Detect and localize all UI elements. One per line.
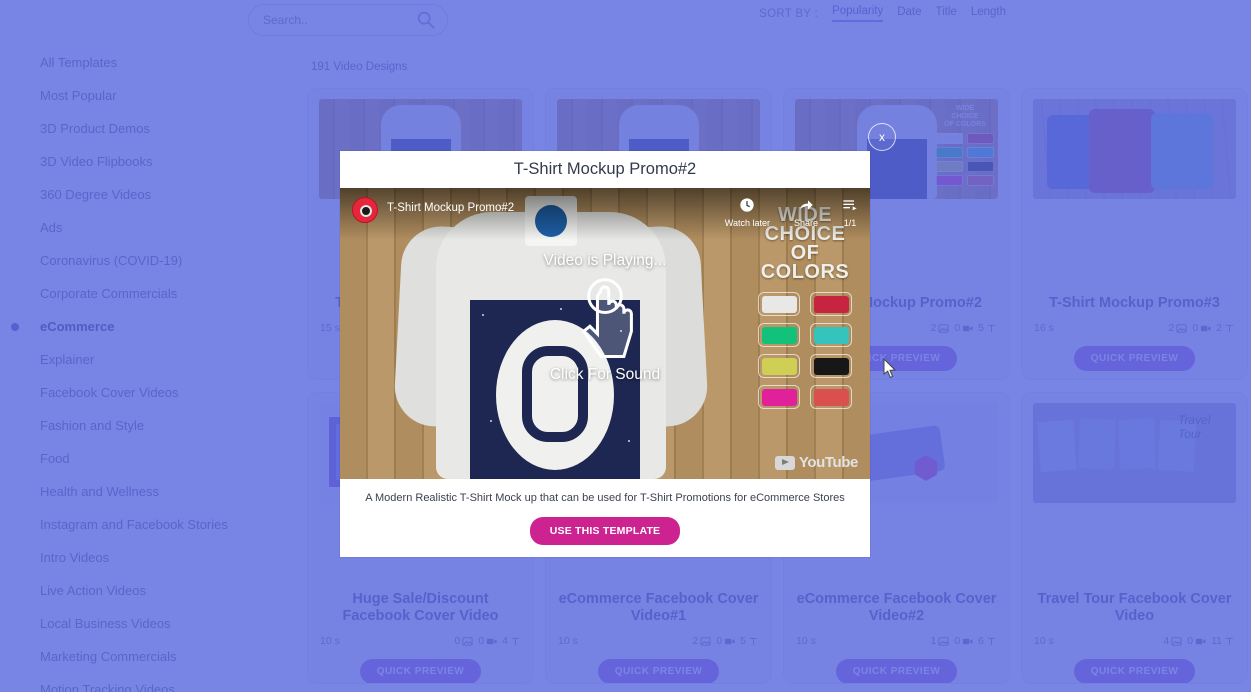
channel-name: T-Shirt Mockup Promo#2 <box>387 202 515 214</box>
watch-later-label: Watch later <box>724 218 770 228</box>
color-swatch <box>758 354 800 378</box>
channel-avatar-icon <box>352 197 378 223</box>
color-swatch <box>758 323 800 347</box>
youtube-wordmark: YouTube <box>798 454 859 471</box>
watch-later-button[interactable]: Watch later <box>725 197 770 228</box>
color-swatch <box>758 292 800 316</box>
color-swatch <box>810 354 852 378</box>
use-this-template-button[interactable]: USE THIS TEMPLATE <box>529 517 681 545</box>
youtube-logo: YouTube <box>774 454 859 471</box>
color-swatch <box>758 385 800 409</box>
playlist-icon <box>842 197 858 215</box>
modal-description: A Modern Realistic T-Shirt Mock up that … <box>365 492 845 504</box>
share-label: Share <box>793 218 818 228</box>
color-swatch-grid <box>746 292 864 409</box>
youtube-play-icon <box>774 455 795 470</box>
share-icon <box>798 197 814 215</box>
video-player[interactable]: WIDECHOICEOF COLORS T-Shirt Mockup Promo… <box>340 188 870 479</box>
mouse-cursor <box>883 358 897 379</box>
shirt-print-graphic <box>470 300 640 479</box>
color-swatch <box>810 323 852 347</box>
preview-modal: T-Shirt Mockup Promo#2 WIDECHOICEOF COLO… <box>340 151 870 557</box>
modal-title: T-Shirt Mockup Promo#2 <box>513 160 697 178</box>
queue-indicator[interactable]: 1/1 <box>842 197 858 228</box>
youtube-top-bar: T-Shirt Mockup Promo#2 Watch later Share <box>340 188 870 240</box>
close-icon[interactable]: x <box>868 123 896 151</box>
modal-footer: A Modern Realistic T-Shirt Mock up that … <box>340 479 870 557</box>
clock-icon <box>739 197 755 215</box>
queue-label: 1/1 <box>843 218 857 228</box>
color-swatch <box>810 292 852 316</box>
share-button[interactable]: Share <box>794 197 818 228</box>
color-swatch <box>810 385 852 409</box>
